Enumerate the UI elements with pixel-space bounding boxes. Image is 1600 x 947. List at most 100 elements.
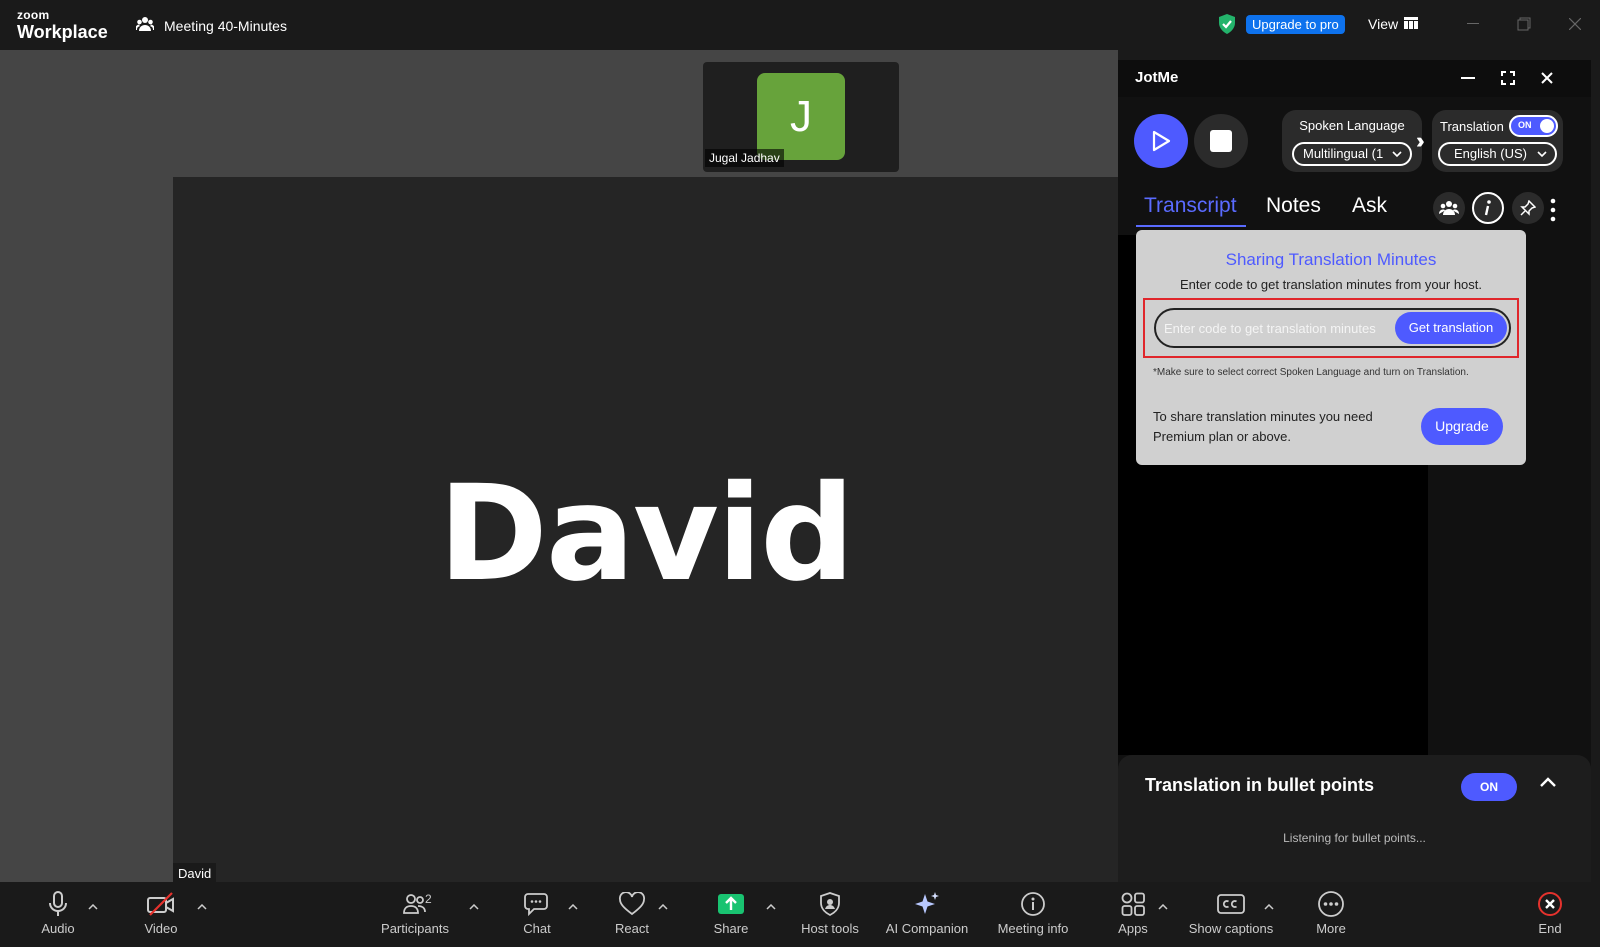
translation-label: Translation (1440, 119, 1504, 134)
minimize-icon[interactable] (1463, 14, 1483, 34)
show-captions-label: Show captions (1188, 921, 1274, 936)
closed-captions-icon (1217, 890, 1245, 918)
ai-companion-button[interactable]: AI Companion (876, 890, 978, 936)
participants-label: Participants (381, 921, 449, 936)
popup-share-text: To share translation minutes you need Pr… (1153, 409, 1373, 444)
share-caret-icon[interactable] (764, 900, 778, 914)
get-translation-button[interactable]: Get translation (1395, 312, 1507, 344)
participants-icon (135, 16, 155, 35)
heart-icon (618, 890, 646, 918)
share-screen-icon (717, 890, 745, 918)
popup-subtitle: Enter code to get translation minutes fr… (1179, 277, 1483, 292)
thumbnail-name: Jugal Jadhav (705, 149, 784, 167)
translation-code-input[interactable] (1164, 318, 1389, 338)
grid-view-icon (1404, 16, 1419, 32)
react-label: React (615, 921, 649, 936)
meeting-title[interactable]: Meeting 40-Minutes (135, 16, 287, 35)
shield-icon (819, 890, 841, 918)
bullets-toggle[interactable]: ON (1461, 773, 1517, 801)
stop-button[interactable] (1194, 114, 1248, 168)
expand-icon[interactable] (1498, 68, 1518, 88)
meeting-info-label: Meeting info (997, 921, 1069, 936)
chat-label: Chat (523, 921, 551, 936)
jotme-title: JotMe (1135, 69, 1179, 86)
title-bar: zoom Workplace Meeting 40-Minutes Upgrad… (0, 0, 1600, 50)
spoken-language-box: Spoken Language Multilingual (1 (1282, 110, 1422, 172)
participants-button[interactable]: 2 Participants (365, 890, 465, 936)
apps-icon (1120, 890, 1146, 918)
apps-caret-icon[interactable] (1156, 900, 1170, 914)
participant-thumbnail[interactable]: J Jugal Jadhav (703, 62, 899, 172)
view-label: View (1368, 16, 1399, 32)
jotme-header: JotMe (1118, 60, 1591, 97)
chat-icon (524, 890, 550, 918)
bullets-status: Listening for bullet points... (1283, 831, 1426, 845)
meeting-info-button[interactable]: Meeting info (983, 890, 1083, 936)
more-label: More (1316, 921, 1346, 936)
close-icon[interactable] (1537, 68, 1557, 88)
logo-line2: Workplace (17, 22, 108, 42)
jotme-panel: JotMe Spoken Language Multilingual (1 ››… (1118, 60, 1591, 882)
meeting-toolbar: Audio Video 2 Participants Chat React Sh… (0, 882, 1600, 947)
tab-notes[interactable]: Notes (1266, 194, 1321, 218)
popup-note: *Make sure to select correct Spoken Lang… (1153, 367, 1469, 378)
main-video-tile[interactable]: David (173, 177, 1118, 882)
chat-caret-icon[interactable] (566, 900, 580, 914)
host-tools-label: Host tools (801, 921, 859, 936)
upgrade-to-pro-button[interactable]: Upgrade to pro (1246, 15, 1345, 34)
meeting-title-text: Meeting 40-Minutes (164, 17, 287, 34)
play-button[interactable] (1134, 114, 1188, 168)
play-icon (1152, 130, 1171, 152)
translation-box: Translation ON English (US) (1432, 110, 1563, 172)
chevron-up-icon[interactable] (1539, 775, 1557, 793)
more-button[interactable]: More (1281, 890, 1381, 936)
captions-caret-icon[interactable] (1262, 900, 1276, 914)
stop-icon (1210, 130, 1232, 152)
participants-count: 2 (425, 892, 432, 906)
speakers-icon[interactable] (1433, 192, 1465, 224)
audio-caret-icon[interactable] (86, 900, 100, 914)
translation-language-select[interactable]: English (US) (1438, 142, 1557, 166)
tab-transcript[interactable]: Transcript (1144, 194, 1237, 218)
participants-icon: 2 (395, 890, 435, 918)
microphone-icon (48, 890, 68, 918)
jotme-tabs: Transcript Notes Ask (1118, 190, 1591, 230)
double-chevron-right-icon: ›› (1416, 128, 1424, 153)
toggle-knob (1540, 119, 1554, 133)
restore-icon[interactable] (1514, 14, 1534, 34)
security-shield-icon[interactable] (1217, 13, 1237, 40)
minimize-icon[interactable] (1458, 68, 1478, 88)
speaker-name-display: David (438, 457, 854, 611)
active-tab-underline (1136, 225, 1246, 227)
sharing-translation-popup: Sharing Translation Minutes Enter code t… (1136, 230, 1526, 465)
end-button[interactable]: End (1500, 890, 1600, 936)
apps-label: Apps (1118, 921, 1148, 936)
translation-language-value: English (US) (1454, 146, 1527, 161)
info-icon[interactable] (1472, 192, 1504, 224)
end-call-icon (1537, 890, 1563, 918)
spoken-language-value: Multilingual (1 (1303, 146, 1384, 161)
host-tools-button[interactable]: Host tools (780, 890, 880, 936)
more-horizontal-icon (1317, 890, 1345, 918)
audio-label: Audio (41, 921, 75, 936)
sparkle-icon (913, 890, 941, 918)
view-button[interactable]: View (1368, 16, 1419, 32)
translation-toggle[interactable]: ON (1509, 115, 1558, 137)
pin-icon[interactable] (1512, 192, 1544, 224)
tab-ask[interactable]: Ask (1352, 194, 1387, 218)
video-label: Video (144, 921, 178, 936)
bullets-title: Translation in bullet points (1145, 775, 1375, 795)
react-caret-icon[interactable] (656, 900, 670, 914)
chevron-down-icon (1537, 151, 1547, 158)
video-stage: J Jugal Jadhav David David (0, 50, 1118, 884)
info-circle-icon (1020, 890, 1046, 918)
upgrade-button[interactable]: Upgrade (1421, 408, 1503, 445)
toggle-on-text: ON (1518, 120, 1532, 130)
participants-caret-icon[interactable] (467, 900, 481, 914)
more-vertical-icon[interactable] (1549, 198, 1557, 222)
end-label: End (1538, 921, 1562, 936)
video-caret-icon[interactable] (195, 900, 209, 914)
close-window-icon[interactable] (1565, 14, 1585, 34)
spoken-language-select[interactable]: Multilingual (1 (1292, 142, 1412, 166)
main-video-name-tag: David (173, 863, 217, 884)
